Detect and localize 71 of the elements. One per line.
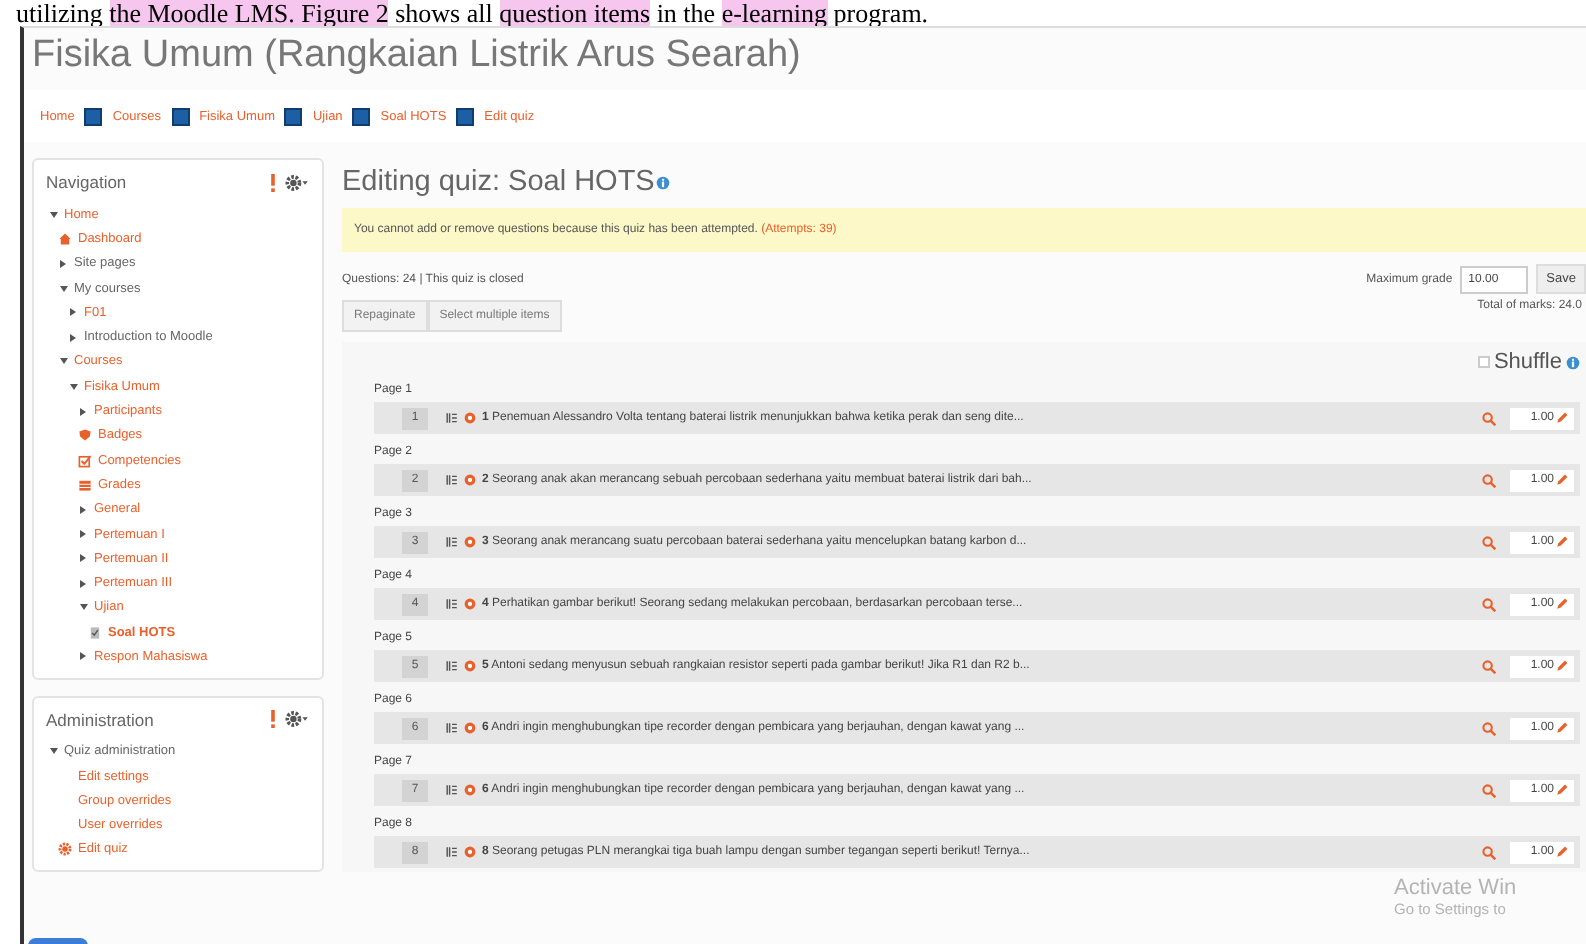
search-icon[interactable] (1482, 783, 1497, 797)
search-icon[interactable] (1482, 535, 1497, 549)
list-icon[interactable] (446, 474, 458, 486)
expanded-arrow-icon[interactable] (48, 209, 58, 220)
move-icon[interactable] (270, 710, 276, 729)
list-icon[interactable] (446, 536, 458, 548)
house-icon (58, 231, 72, 246)
table-icon (78, 477, 92, 492)
pencil-icon[interactable] (1556, 722, 1568, 734)
question-type-icon (464, 412, 476, 424)
settings-icon[interactable] (284, 173, 310, 191)
pencil-icon[interactable] (1556, 536, 1568, 548)
question-type-icon (464, 474, 476, 486)
separator-icon (352, 107, 371, 125)
list-icon[interactable] (446, 412, 458, 424)
list-icon[interactable] (446, 722, 458, 734)
checklist-icon (88, 625, 102, 640)
search-icon[interactable] (1482, 659, 1497, 673)
separator-icon (171, 107, 190, 125)
shuffle-checkbox[interactable] (1477, 356, 1490, 368)
search-icon[interactable] (1482, 721, 1497, 735)
collapsed-arrow-icon[interactable] (78, 651, 88, 662)
help-icon[interactable] (656, 175, 671, 189)
collapsed-arrow-icon[interactable] (68, 307, 78, 318)
collapsed-arrow-icon[interactable] (78, 504, 88, 515)
list-icon[interactable] (446, 846, 458, 858)
pencil-icon[interactable] (1556, 474, 1568, 486)
separator-icon (284, 107, 303, 125)
pencil-icon[interactable] (1556, 412, 1568, 424)
question-type-icon (464, 660, 476, 672)
search-icon[interactable] (1482, 411, 1497, 425)
list-icon[interactable] (446, 784, 458, 796)
shuffle-label: Shuffle (1493, 350, 1562, 374)
list-icon[interactable] (446, 660, 458, 672)
pencil-icon[interactable] (1556, 598, 1568, 610)
block-title: Navigation (46, 172, 127, 192)
search-icon[interactable] (1482, 473, 1497, 487)
page-heading: Editing quiz: Soal HOTS (342, 166, 655, 198)
collapsed-arrow-icon[interactable] (78, 578, 88, 589)
pencil-icon[interactable] (1556, 846, 1568, 858)
collapsed-arrow-icon[interactable] (78, 553, 88, 564)
search-icon[interactable] (1482, 597, 1497, 611)
gear-icon (58, 842, 72, 857)
list-icon[interactable] (446, 598, 458, 610)
collapsed-arrow-icon[interactable] (78, 529, 88, 539)
collapsed-arrow-icon[interactable] (68, 332, 78, 343)
shield-icon (78, 428, 92, 443)
pencil-icon[interactable] (1556, 784, 1568, 796)
expanded-arrow-icon[interactable] (58, 356, 68, 367)
checkbox-icon (78, 453, 92, 468)
expanded-arrow-icon[interactable] (68, 381, 78, 392)
expanded-arrow-icon[interactable] (48, 746, 58, 757)
help-icon[interactable] (1566, 355, 1580, 369)
separator-icon (456, 107, 475, 125)
settings-icon[interactable] (284, 710, 310, 729)
expanded-arrow-icon[interactable] (58, 283, 68, 294)
search-icon[interactable] (1482, 845, 1497, 859)
separator-icon (84, 107, 103, 125)
question-type-icon (464, 784, 476, 796)
activation-notice: Activate Win (1394, 876, 1517, 900)
question-type-icon (464, 536, 476, 548)
move-icon[interactable] (270, 173, 276, 191)
question-type-icon (464, 598, 476, 610)
collapsed-arrow-icon[interactable] (78, 406, 88, 417)
course-title: Fisika Umum (Rangkaian Listrik Arus Searah) (30, 32, 803, 80)
expanded-arrow-icon[interactable] (78, 602, 88, 613)
collapsed-arrow-icon[interactable] (58, 258, 68, 269)
pencil-icon[interactable] (1556, 660, 1568, 672)
question-type-icon (464, 722, 476, 734)
question-type-icon (464, 846, 476, 858)
block-title: Administration (46, 709, 154, 730)
